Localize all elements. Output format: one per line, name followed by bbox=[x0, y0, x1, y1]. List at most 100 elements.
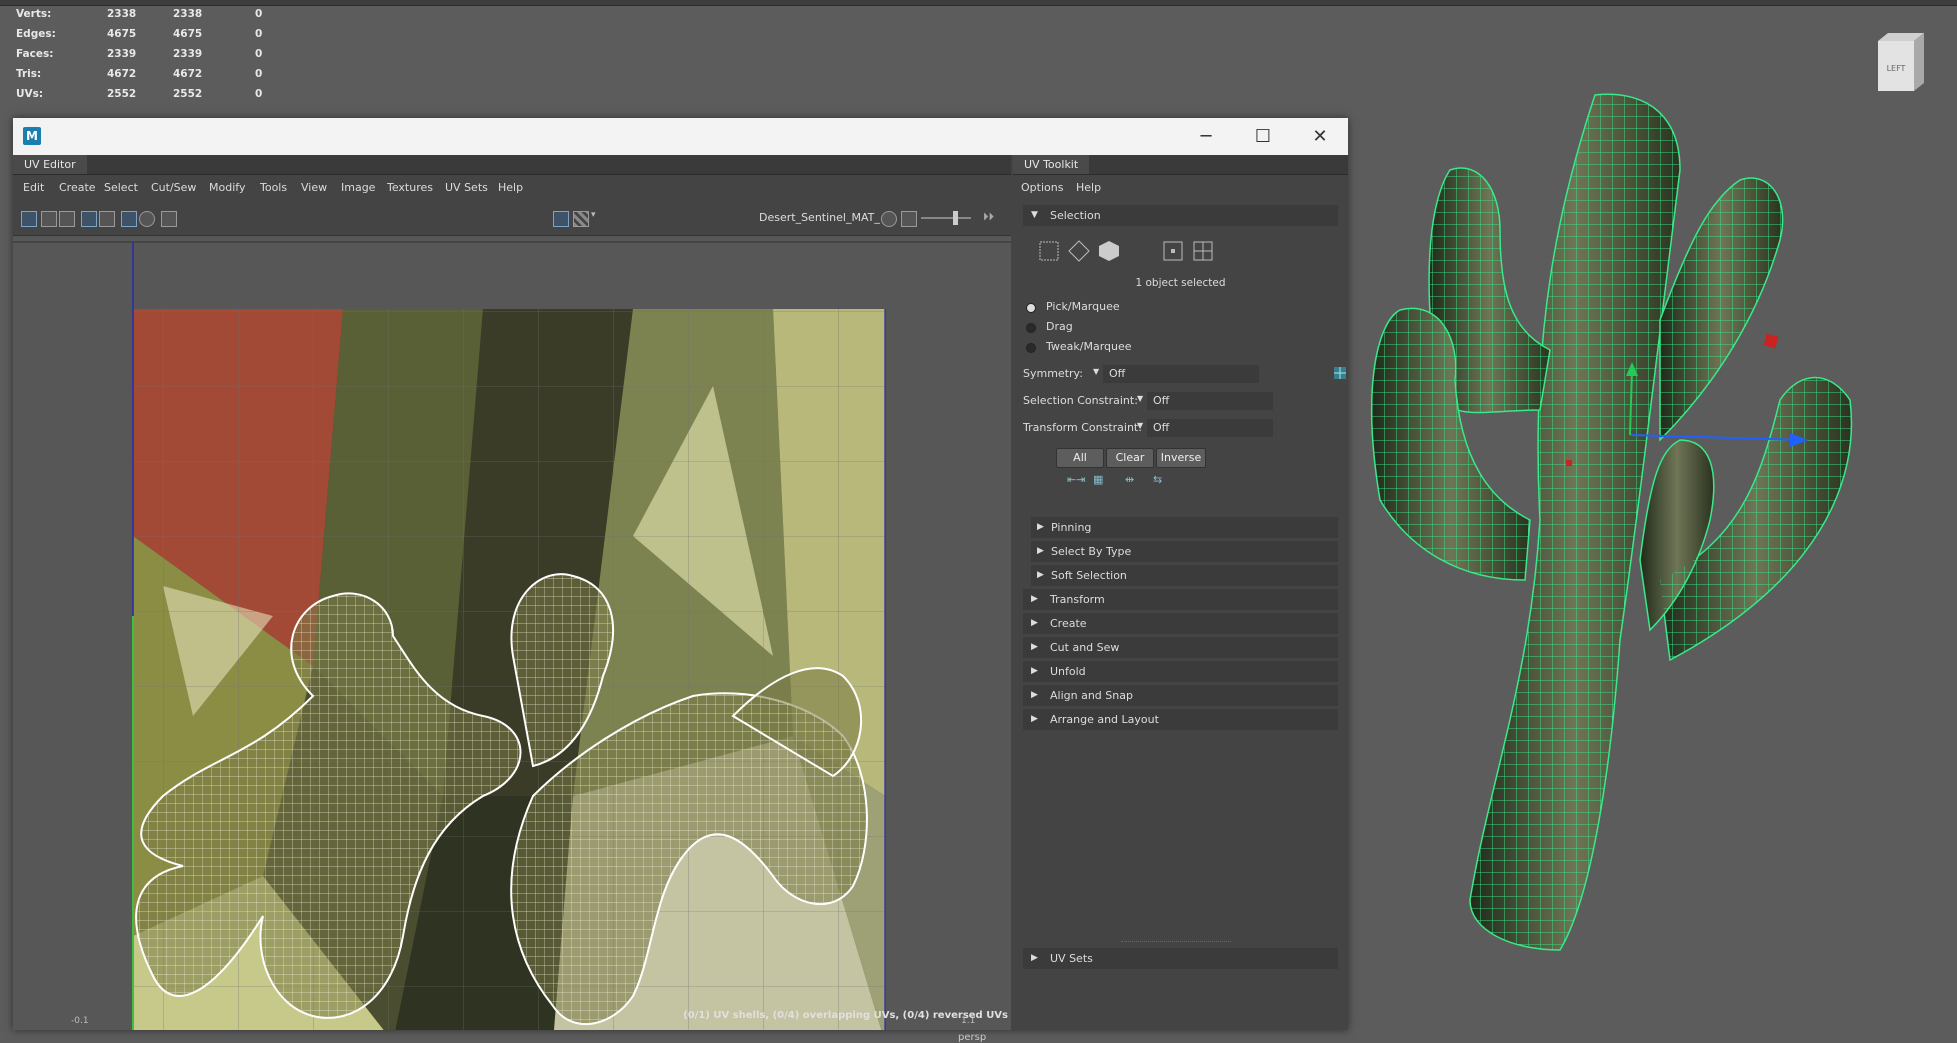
uv-grid-mode-icon[interactable] bbox=[1191, 239, 1215, 263]
uv-editor-menubar: Edit Create Select Cut/Sew Modify Tools … bbox=[13, 175, 1011, 201]
selection-constraint-row: Selection Constraint: ▼ Off bbox=[1023, 392, 1273, 410]
selection-buttons: All Clear Inverse bbox=[1013, 448, 1348, 468]
texture-material-selector[interactable]: Desert_Sentinel_MAT_ bbox=[759, 211, 880, 224]
section-uv-sets[interactable]: ▶ UV Sets bbox=[1023, 948, 1338, 969]
transform-constraint-row: Transform Constraint: ▼ Off bbox=[1023, 419, 1273, 437]
image-ratio-icon[interactable] bbox=[901, 211, 917, 227]
uv-shell-borders-icon[interactable] bbox=[99, 211, 115, 227]
symmetry-options-icon[interactable] bbox=[1333, 366, 1347, 380]
collapsed-arrow-icon: ▶ bbox=[1037, 546, 1044, 556]
exposure-icon[interactable] bbox=[881, 211, 897, 227]
menu-help[interactable]: Help bbox=[498, 181, 523, 194]
menu-uv-sets[interactable]: UV Sets bbox=[445, 181, 488, 194]
collapsed-arrow-icon: ▶ bbox=[1031, 666, 1038, 676]
selection-constraint-arrow-icon[interactable]: ▼ bbox=[1137, 394, 1143, 403]
uv-axis-label-left: -0.1 bbox=[71, 1016, 89, 1026]
viewport-3d-cactus-model[interactable] bbox=[1360, 80, 1920, 960]
checker-options-chevron-icon[interactable]: ▾ bbox=[591, 210, 596, 220]
maximize-button[interactable]: ☐ bbox=[1234, 118, 1292, 155]
slider-handle[interactable] bbox=[953, 211, 958, 225]
pixel-snap-icon[interactable] bbox=[139, 211, 155, 227]
grow-shrink-icons: ⇤⇥ ▦ ⇹ ⇆ bbox=[1013, 473, 1348, 491]
stat-row-verts: Verts: 2338 2338 0 bbox=[16, 8, 263, 20]
uv-editor-toolbar: ▾ Desert_Sentinel_MAT_ ⏵⏵ bbox=[13, 201, 1011, 236]
collapsed-arrow-icon: ▶ bbox=[1031, 594, 1038, 604]
toolkit-menu-help[interactable]: Help bbox=[1076, 181, 1101, 194]
expanded-arrow-icon: ▼ bbox=[1031, 210, 1038, 220]
selection-constraint-dropdown[interactable]: Off bbox=[1147, 392, 1273, 410]
symmetry-dropdown-arrow-icon[interactable]: ▼ bbox=[1093, 367, 1099, 376]
menu-view[interactable]: View bbox=[301, 181, 327, 194]
display-image-icon[interactable] bbox=[553, 211, 569, 227]
uv-toolkit-panel: Options Help ▼ Selection 1 object select… bbox=[1013, 175, 1348, 1030]
menu-select[interactable]: Select bbox=[104, 181, 138, 194]
section-select-by-type[interactable]: ▶ Select By Type bbox=[1031, 541, 1338, 562]
section-align-and-snap[interactable]: ▶ Align and Snap bbox=[1023, 685, 1338, 706]
section-create[interactable]: ▶ Create bbox=[1023, 613, 1338, 634]
splitter-handle[interactable] bbox=[1121, 941, 1231, 944]
toolbar-overflow-icon[interactable]: ⏵⏵ bbox=[983, 210, 994, 224]
menu-modify[interactable]: Modify bbox=[209, 181, 245, 194]
menu-textures[interactable]: Textures bbox=[387, 181, 433, 194]
collapsed-arrow-icon: ▶ bbox=[1031, 642, 1038, 652]
uv-status-message: (0/1) UV shells, (0/4) overlapping UVs, … bbox=[683, 1010, 1008, 1021]
radio-dot-icon[interactable] bbox=[1026, 303, 1036, 313]
face-mode-icon[interactable] bbox=[1097, 239, 1121, 263]
section-pinning[interactable]: ▶ Pinning bbox=[1031, 517, 1338, 538]
select-shell-border-icon[interactable]: ⇹ bbox=[1125, 473, 1134, 486]
minimize-button[interactable]: ─ bbox=[1177, 118, 1235, 155]
menu-image[interactable]: Image bbox=[341, 181, 375, 194]
display-grid-icon[interactable] bbox=[121, 211, 137, 227]
stat-row-faces: Faces: 2339 2339 0 bbox=[16, 48, 263, 60]
collapsed-arrow-icon: ▶ bbox=[1037, 522, 1044, 532]
uv-toolkit-tab[interactable]: UV Toolkit bbox=[1013, 155, 1090, 174]
grid-toggle-icon[interactable] bbox=[21, 211, 37, 227]
toolkit-menu-options[interactable]: Options bbox=[1021, 181, 1063, 194]
collapsed-arrow-icon: ▶ bbox=[1031, 618, 1038, 628]
clear-selection-button[interactable]: Clear bbox=[1106, 448, 1154, 468]
uv-toolkit-panel-header: UV Toolkit bbox=[1013, 155, 1348, 175]
stat-row-tris: Tris: 4672 4672 0 bbox=[16, 68, 263, 80]
shrink-selection-icon[interactable]: ▦ bbox=[1093, 473, 1103, 486]
uv-editor-tab[interactable]: UV Editor bbox=[13, 155, 87, 174]
close-button[interactable]: ✕ bbox=[1291, 118, 1349, 155]
section-unfold[interactable]: ▶ Unfold bbox=[1023, 661, 1338, 682]
symmetry-dropdown[interactable]: Off bbox=[1103, 365, 1259, 383]
uv-editor-panel-header: UV Editor bbox=[13, 155, 1011, 175]
grow-selection-icon[interactable]: ⇤⇥ bbox=[1067, 473, 1085, 486]
section-transform[interactable]: ▶ Transform bbox=[1023, 589, 1338, 610]
view-cube-label: LEFT bbox=[1887, 64, 1906, 73]
transform-constraint-arrow-icon[interactable]: ▼ bbox=[1137, 421, 1143, 430]
select-all-button[interactable]: All bbox=[1056, 448, 1104, 468]
component-mode-icon[interactable] bbox=[1067, 239, 1091, 263]
checker-tiles-icon[interactable] bbox=[573, 211, 589, 227]
transform-constraint-dropdown[interactable]: Off bbox=[1147, 419, 1273, 437]
window-title-bar[interactable]: M ─ ☐ ✕ bbox=[13, 118, 1348, 155]
maya-logo-icon: M bbox=[23, 127, 41, 145]
inverse-selection-button[interactable]: Inverse bbox=[1156, 448, 1206, 468]
radio-dot-icon[interactable] bbox=[1026, 323, 1036, 333]
section-arrange-and-layout[interactable]: ▶ Arrange and Layout bbox=[1023, 709, 1338, 730]
viewport-camera-label: persp bbox=[958, 1032, 987, 1043]
collapsed-arrow-icon: ▶ bbox=[1037, 570, 1044, 580]
menu-tools[interactable]: Tools bbox=[260, 181, 287, 194]
object-mode-icon[interactable] bbox=[1037, 239, 1061, 263]
checker-distortion-icon[interactable] bbox=[59, 211, 75, 227]
section-selection[interactable]: ▼ Selection bbox=[1023, 205, 1338, 226]
heads-up-poly-count: Verts: 2338 2338 0 Edges: 4675 4675 0 Faces: 23… bbox=[0, 6, 280, 106]
radio-dot-icon[interactable] bbox=[1026, 343, 1036, 353]
screenshot-icon[interactable] bbox=[161, 211, 177, 227]
menu-create[interactable]: Create bbox=[59, 181, 96, 194]
texture-exposure-slider[interactable] bbox=[921, 211, 971, 225]
uv-canvas[interactable]: -0.1 1.1 bbox=[13, 236, 1011, 1030]
menu-edit[interactable]: Edit bbox=[23, 181, 44, 194]
section-cut-and-sew[interactable]: ▶ Cut and Sew bbox=[1023, 637, 1338, 658]
select-edge-loop-icon[interactable]: ⇆ bbox=[1153, 473, 1162, 486]
section-soft-selection[interactable]: ▶ Soft Selection bbox=[1031, 565, 1338, 586]
stat-row-uvs: UVs: 2552 2552 0 bbox=[16, 88, 263, 100]
main-toolbar-strip bbox=[0, 0, 1957, 6]
uv-shell-mode-icon[interactable] bbox=[1161, 239, 1185, 263]
texture-borders-icon[interactable] bbox=[81, 211, 97, 227]
shaded-uv-icon[interactable] bbox=[41, 211, 57, 227]
menu-cut-sew[interactable]: Cut/Sew bbox=[151, 181, 196, 194]
